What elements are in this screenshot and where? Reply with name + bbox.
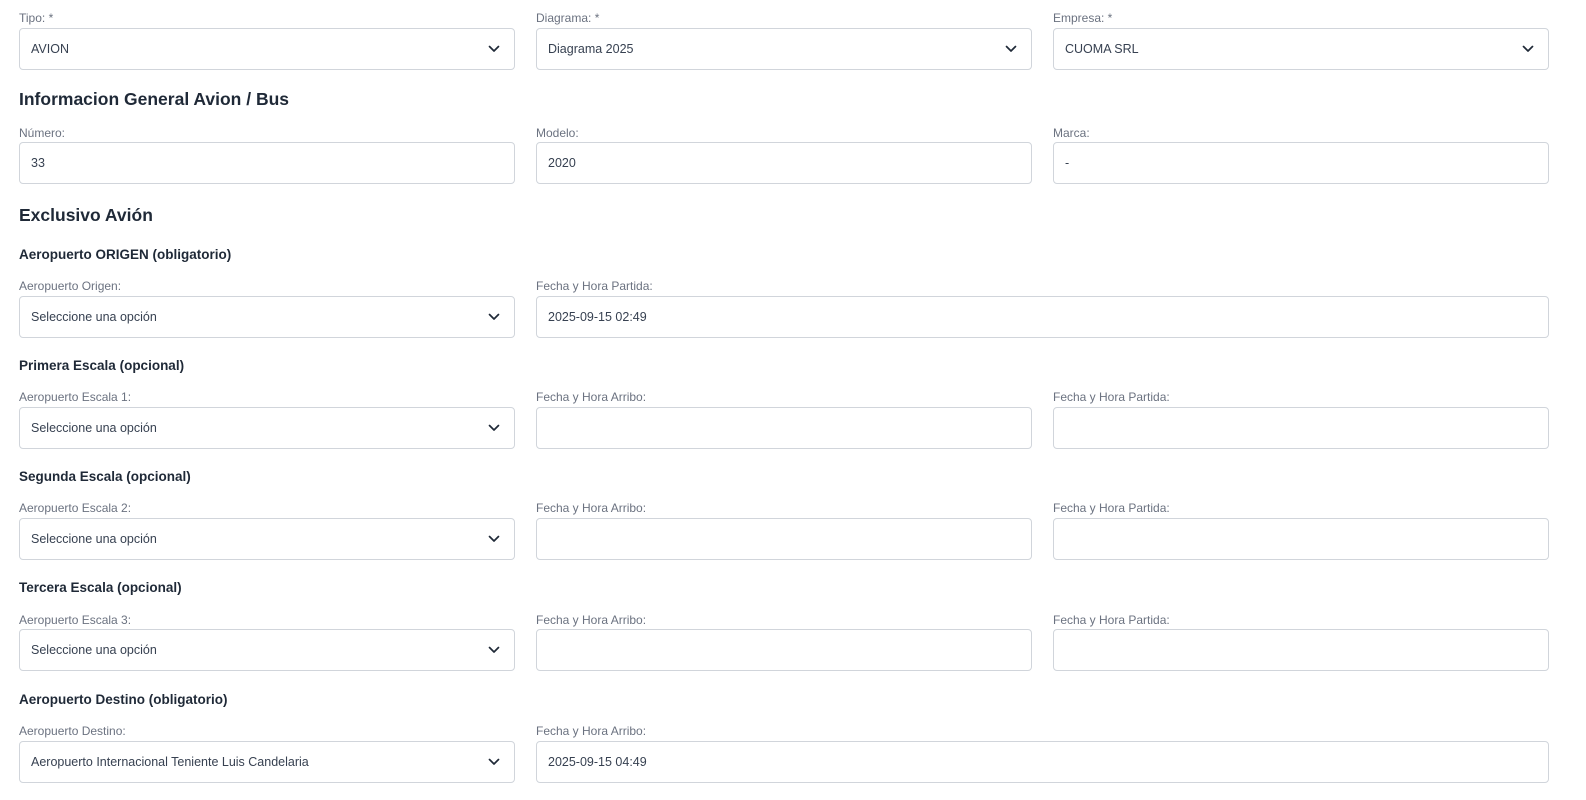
general-section-title: Informacion General Avion / Bus (19, 89, 290, 109)
escala2-arribo-input[interactable] (536, 518, 1032, 560)
escala2-airport-value: Seleccione una opción (31, 532, 157, 546)
numero-input[interactable]: 33 (19, 142, 515, 184)
escala2-airport-select[interactable]: Seleccione una opción (19, 518, 515, 560)
chevron-down-icon (488, 424, 500, 431)
escala3-airport-select[interactable]: Seleccione una opción (19, 629, 515, 671)
escala3-airport-label: Aeropuerto Escala 3: (19, 613, 132, 627)
escala1-subtitle: Primera Escala (opcional) (19, 358, 185, 373)
escala2-partida-label: Fecha y Hora Partida: (1053, 501, 1170, 515)
escala1-airport-value: Seleccione una opción (31, 421, 157, 435)
destino-airport-label: Aeropuerto Destino: (19, 724, 126, 738)
modelo-value: 2020 (548, 156, 576, 170)
origen-airport-value: Seleccione una opción (31, 310, 157, 324)
escala3-subtitle: Tercera Escala (opcional) (19, 580, 182, 595)
chevron-down-icon (488, 535, 500, 542)
marca-label: Marca: (1053, 126, 1090, 140)
escala2-arribo-label: Fecha y Hora Arribo: (536, 501, 647, 515)
origen-partida-input[interactable]: 2025-09-15 02:49 (536, 296, 1549, 338)
modelo-input[interactable]: 2020 (536, 142, 1032, 184)
origen-partida-label: Fecha y Hora Partida: (536, 279, 653, 293)
escala3-partida-label: Fecha y Hora Partida: (1053, 613, 1170, 627)
chevron-down-icon (488, 758, 500, 765)
chevron-down-icon (488, 646, 500, 653)
chevron-down-icon (488, 45, 500, 52)
escala2-airport-label: Aeropuerto Escala 2: (19, 501, 132, 515)
escala3-airport-value: Seleccione una opción (31, 643, 157, 657)
origen-airport-select[interactable]: Seleccione una opción (19, 296, 515, 338)
chevron-down-icon (488, 313, 500, 320)
diagrama-label: Diagrama: * (536, 11, 600, 25)
escala3-arribo-label: Fecha y Hora Arribo: (536, 613, 647, 627)
destino-subtitle: Aeropuerto Destino (obligatorio) (19, 692, 228, 707)
tipo-value: AVION (31, 42, 69, 56)
empresa-value: CUOMA SRL (1065, 42, 1139, 56)
tipo-select[interactable]: AVION (19, 28, 515, 70)
escala1-airport-label: Aeropuerto Escala 1: (19, 390, 132, 404)
diagrama-value: Diagrama 2025 (548, 42, 634, 56)
escala3-arribo-input[interactable] (536, 629, 1032, 671)
escala1-partida-input[interactable] (1053, 407, 1549, 449)
escala1-arribo-label: Fecha y Hora Arribo: (536, 390, 647, 404)
avion-section-title: Exclusivo Avión (19, 205, 153, 225)
escala1-partida-label: Fecha y Hora Partida: (1053, 390, 1170, 404)
destino-arribo-label: Fecha y Hora Arribo: (536, 724, 647, 738)
origen-partida-value: 2025-09-15 02:49 (548, 310, 647, 324)
destino-airport-value: Aeropuerto Internacional Teniente Luis C… (31, 755, 309, 769)
chevron-down-icon (1522, 45, 1534, 52)
numero-value: 33 (31, 156, 45, 170)
diagrama-select[interactable]: Diagrama 2025 (536, 28, 1032, 70)
escala1-airport-select[interactable]: Seleccione una opción (19, 407, 515, 449)
chevron-down-icon (1005, 45, 1017, 52)
origen-airport-label: Aeropuerto Origen: (19, 279, 122, 293)
numero-label: Número: (19, 126, 66, 140)
destino-arribo-value: 2025-09-15 04:49 (548, 755, 647, 769)
modelo-label: Modelo: (536, 126, 579, 140)
tipo-label: Tipo: * (19, 11, 54, 25)
escala3-partida-input[interactable] (1053, 629, 1549, 671)
destino-airport-select[interactable]: Aeropuerto Internacional Teniente Luis C… (19, 741, 515, 783)
marca-input[interactable]: - (1053, 142, 1549, 184)
empresa-label: Empresa: * (1053, 11, 1113, 25)
escala2-partida-input[interactable] (1053, 518, 1549, 560)
origen-subtitle: Aeropuerto ORIGEN (obligatorio) (19, 247, 232, 262)
marca-value: - (1065, 156, 1070, 170)
empresa-select[interactable]: CUOMA SRL (1053, 28, 1549, 70)
escala1-arribo-input[interactable] (536, 407, 1032, 449)
escala2-subtitle: Segunda Escala (opcional) (19, 469, 191, 484)
destino-arribo-input[interactable]: 2025-09-15 04:49 (536, 741, 1549, 783)
